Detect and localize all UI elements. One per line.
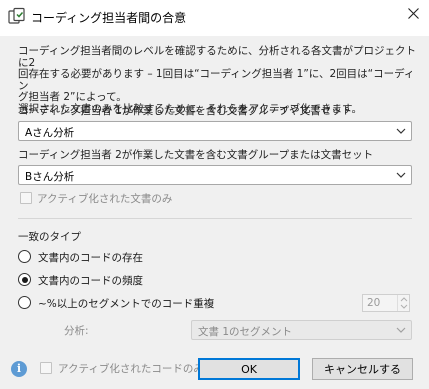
radio-label-code-existence: 文書内のコードの存在 — [38, 252, 143, 264]
dialog-content: コーディング担当者間のレベルを確認するために、分析される各文書がプロジェクトに2… — [0, 36, 429, 389]
analysis-selected-value: 文書 1のセグメント — [198, 326, 293, 338]
overlap-percent-value: 20 — [367, 297, 381, 309]
overlap-percent-spinner[interactable]: 20 — [362, 294, 410, 312]
coder1-label: コーディング担当者 1が作業した文書を含む文書グループや文書セット — [18, 105, 353, 117]
divider — [18, 218, 412, 219]
coder2-selected-value: Bさん分析 — [25, 171, 75, 183]
coder1-selected-value: Aさん分析 — [25, 127, 75, 139]
coder2-label: コーディング担当者 2が作業した文書を含む文書グループまたは文書セット — [18, 149, 374, 161]
description-line: コーディング担当者間のレベルを確認するために、分析される各文書がプロジェクトに2 — [18, 45, 416, 69]
activated-docs-label: アクティブ化された文書のみ — [37, 193, 173, 205]
activated-codes-label: アクティブ化されたコードのみ — [58, 363, 204, 375]
window-title: コーディング担当者間の合意 — [31, 11, 187, 25]
description-line: グ担当者 2”によって。 — [18, 91, 127, 103]
radio-label-code-frequency: 文書内のコードの頻度 — [38, 275, 143, 287]
chevron-down-icon — [396, 170, 406, 180]
title-bar: コーディング担当者間の合意 — [0, 0, 429, 32]
activated-codes-checkbox[interactable] — [40, 362, 52, 374]
radio-code-frequency[interactable] — [18, 273, 31, 286]
ok-button[interactable]: OK — [198, 358, 300, 380]
agreement-type-title: 一致のタイプ — [18, 231, 81, 243]
chevron-down-icon — [396, 325, 406, 335]
chevron-down-icon — [396, 126, 406, 136]
radio-code-existence[interactable] — [18, 250, 31, 263]
radio-code-overlap[interactable] — [18, 296, 31, 309]
radio-label-code-overlap: ~%以上のセグメントでのコード重複 — [38, 298, 215, 310]
coder1-dropdown[interactable]: Aさん分析 — [18, 121, 412, 141]
cancel-button[interactable]: キャンセルする — [312, 358, 413, 380]
close-button[interactable] — [397, 0, 429, 30]
spinner-arrows-icon[interactable] — [397, 295, 409, 311]
analysis-label: 分析: — [64, 325, 89, 337]
close-icon — [407, 8, 419, 22]
description-line: 回存在する必要があります – 1回目は“コーディング担当者 1”に、2回目は“コ… — [18, 68, 415, 92]
intercoder-agreement-icon — [8, 7, 26, 25]
coder2-dropdown[interactable]: Bさん分析 — [18, 165, 412, 185]
analysis-dropdown[interactable]: 文書 1のセグメント — [191, 320, 412, 340]
info-icon[interactable]: i — [11, 361, 27, 377]
activated-docs-checkbox[interactable] — [20, 192, 32, 204]
